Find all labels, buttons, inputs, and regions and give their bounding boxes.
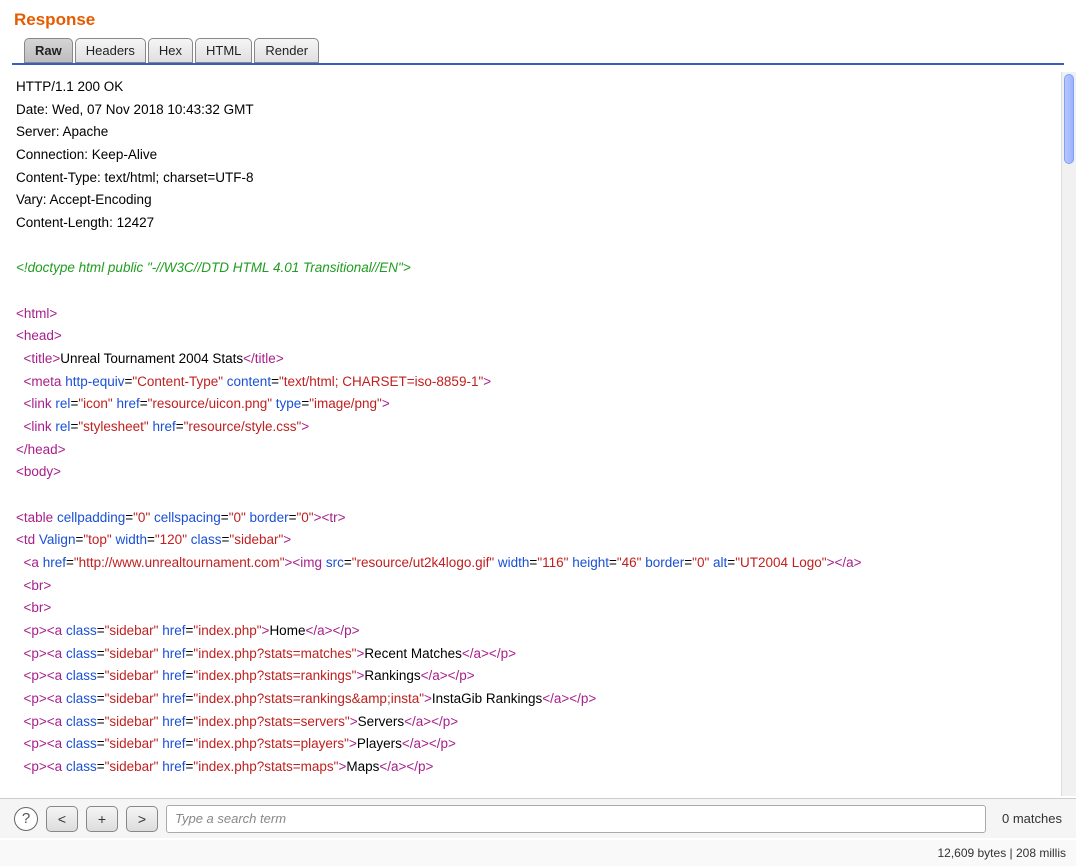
vertical-scrollbar[interactable] [1061, 72, 1076, 796]
search-footer: ? < + > 0 matches [0, 798, 1076, 838]
search-input[interactable] [166, 805, 986, 833]
tab-rule [12, 63, 1064, 65]
help-button[interactable]: ? [14, 807, 38, 831]
search-next-button[interactable]: > [126, 806, 158, 832]
tab-hex[interactable]: Hex [148, 38, 193, 63]
view-tabs: RawHeadersHexHTMLRender [24, 38, 1062, 63]
raw-response-body[interactable]: HTTP/1.1 200 OK Date: Wed, 07 Nov 2018 1… [12, 72, 1076, 796]
status-bar: 12,609 bytes | 208 millis [0, 840, 1076, 866]
scroll-thumb[interactable] [1064, 74, 1074, 164]
tab-headers[interactable]: Headers [75, 38, 146, 63]
tab-html[interactable]: HTML [195, 38, 252, 63]
panel-title: Response [14, 10, 1062, 30]
search-prev-button[interactable]: < [46, 806, 78, 832]
match-count: 0 matches [994, 811, 1062, 826]
tab-render[interactable]: Render [254, 38, 319, 63]
status-text: 12,609 bytes | 208 millis [937, 846, 1066, 860]
search-add-button[interactable]: + [86, 806, 118, 832]
tab-raw[interactable]: Raw [24, 38, 73, 63]
